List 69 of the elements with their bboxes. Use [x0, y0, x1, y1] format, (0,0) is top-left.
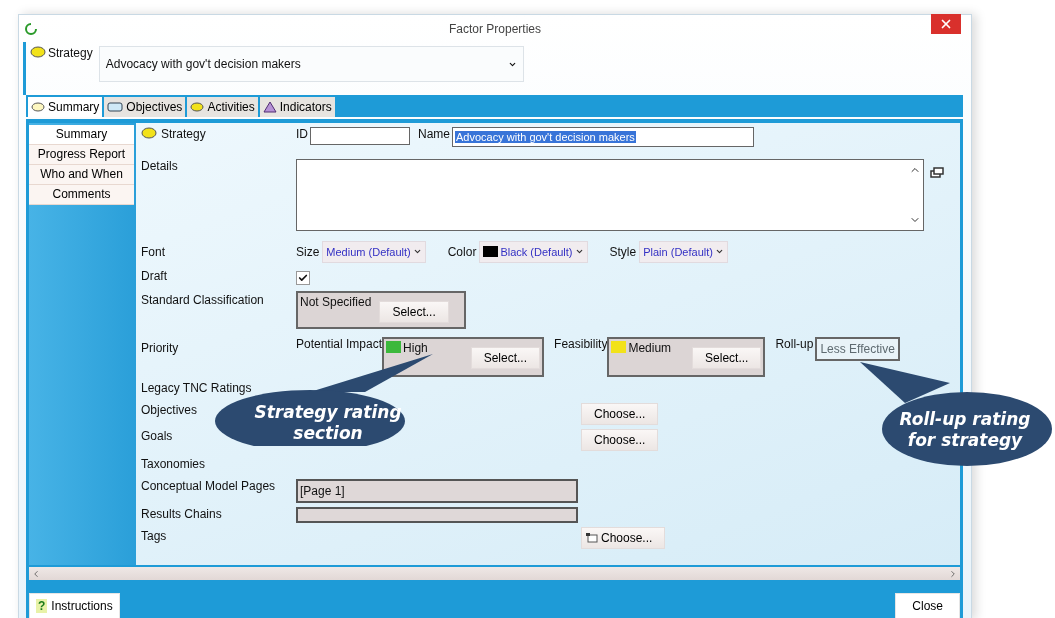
field-label: Standard Classification: [141, 291, 264, 307]
field-label: Details: [141, 158, 178, 173]
field-label: Tags: [141, 528, 167, 543]
font-dropdown[interactable]: Plain (Default): [639, 240, 728, 263]
field-label: Color: [447, 244, 477, 259]
draft-checkbox[interactable]: [296, 270, 310, 285]
app-icon: [25, 22, 37, 35]
tab[interactable]: Activities: [187, 96, 258, 117]
strategy-dropdown[interactable]: Advocacy with gov't decision makers: [98, 46, 524, 83]
font-dropdown[interactable]: Medium (Default): [322, 240, 426, 263]
nav-item[interactable]: Summary: [29, 124, 134, 145]
list-field[interactable]: [Page 1]: [296, 478, 578, 503]
select-button[interactable]: Select...: [692, 346, 762, 369]
font-dropdown[interactable]: Black (Default): [479, 240, 588, 263]
horizontal-scrollbar[interactable]: [29, 567, 960, 580]
nav-item[interactable]: Progress Report: [29, 144, 134, 165]
select-button[interactable]: Select...: [470, 346, 541, 369]
callout-text: Roll-up rating for strategy: [898, 408, 1032, 452]
close-icon: [939, 17, 953, 31]
tab[interactable]: Summary: [28, 96, 103, 117]
scroll-right-icon[interactable]: [948, 568, 958, 579]
name-field[interactable]: Advocacy with gov't decision makers: [452, 126, 754, 147]
field-label: Roll-up: [775, 336, 814, 351]
field-label: Legacy TNC Ratings: [141, 380, 252, 395]
callout-text: Strategy rating section: [253, 401, 403, 445]
field-label: Feasibility: [554, 336, 608, 351]
rectangle-icon: [107, 101, 124, 112]
field-label: Objectives: [141, 402, 198, 417]
instructions-button[interactable]: ? Instructions: [29, 593, 120, 618]
choose-button[interactable]: Choose...: [581, 402, 659, 425]
field-label: Goals: [141, 428, 173, 443]
rollup-field: Less Effective: [815, 336, 900, 361]
field-label: Potential Impact: [296, 336, 383, 351]
scroll-left-icon[interactable]: [31, 568, 41, 579]
triangle-icon: [262, 100, 277, 113]
list-field[interactable]: [296, 506, 578, 523]
type-label: Strategy: [48, 46, 93, 61]
field-label: Priority: [141, 339, 179, 355]
details-field[interactable]: [296, 158, 924, 231]
id-field[interactable]: [310, 126, 410, 145]
select-button[interactable]: Select...: [379, 300, 449, 323]
rating-value: Medium: [628, 340, 672, 355]
choose-button[interactable]: Choose...: [581, 526, 666, 549]
type-label: Strategy: [161, 126, 206, 141]
field-label: Draft: [141, 267, 167, 283]
close-button[interactable]: [931, 14, 961, 34]
field-label: Results Chains: [141, 506, 222, 521]
field-label: Font: [141, 243, 165, 259]
close-dialog-button[interactable]: Close: [895, 593, 960, 618]
window-title: Factor Properties: [449, 21, 542, 36]
oval-icon: [30, 46, 46, 59]
oval-icon: [141, 126, 157, 139]
tab[interactable]: Objectives: [104, 96, 186, 117]
field-label: Taxonomies: [141, 456, 206, 471]
nav-item[interactable]: Who and When: [29, 164, 134, 185]
field-label: Conceptual Model Pages: [141, 478, 276, 493]
nav-item[interactable]: Comments: [29, 184, 134, 205]
oval-icon: [190, 101, 205, 112]
field-label: Style: [609, 244, 637, 259]
expand-icon[interactable]: [930, 166, 944, 179]
field-label: ID: [296, 126, 308, 141]
rating-value: High: [403, 340, 428, 355]
tag-icon: [586, 532, 598, 543]
tab[interactable]: Indicators: [259, 96, 335, 117]
oval-icon: [31, 101, 45, 112]
classification-value: Not Specified: [300, 294, 372, 309]
field-label: Name: [418, 126, 450, 141]
choose-button[interactable]: Choose...: [581, 428, 659, 451]
field-label: Size: [296, 244, 320, 259]
